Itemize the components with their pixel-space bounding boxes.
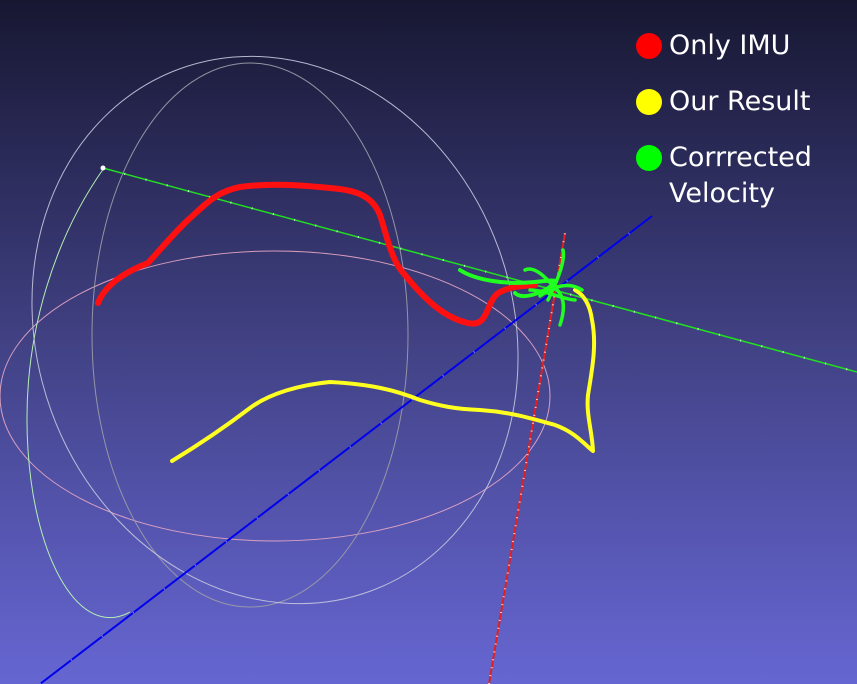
trajectory-only-imu: [95, 181, 538, 327]
legend-label-our-result: Our Result: [669, 86, 811, 117]
legend-dot-our-result-icon: [636, 89, 662, 115]
legend-item-our-result: Our Result: [636, 84, 812, 120]
trackball-ring-vertical-a: [91, 62, 409, 608]
trackball-gizmo-icon[interactable]: [0, 0, 594, 673]
legend-item-only-imu: Only IMU: [636, 28, 812, 64]
legend-dot-corrected-velocity-icon: [636, 145, 662, 171]
trackball-ring-vertical-b: [31, 55, 519, 605]
legend-dot-only-imu-icon: [636, 33, 662, 59]
3d-viewport[interactable]: Only IMU Our Result Corrrected Velocity: [0, 0, 857, 684]
trackball-ring-green-arc: [26, 167, 131, 619]
legend-label-only-imu: Only IMU: [669, 30, 791, 61]
axis-x-origin-marker: [100, 165, 106, 171]
legend: Only IMU Our Result Corrrected Velocity: [636, 28, 812, 232]
trajectories: [95, 181, 597, 463]
legend-item-corrected-velocity: Corrrected Velocity: [636, 140, 812, 212]
legend-label-corrected-velocity: Corrrected Velocity: [669, 142, 812, 209]
